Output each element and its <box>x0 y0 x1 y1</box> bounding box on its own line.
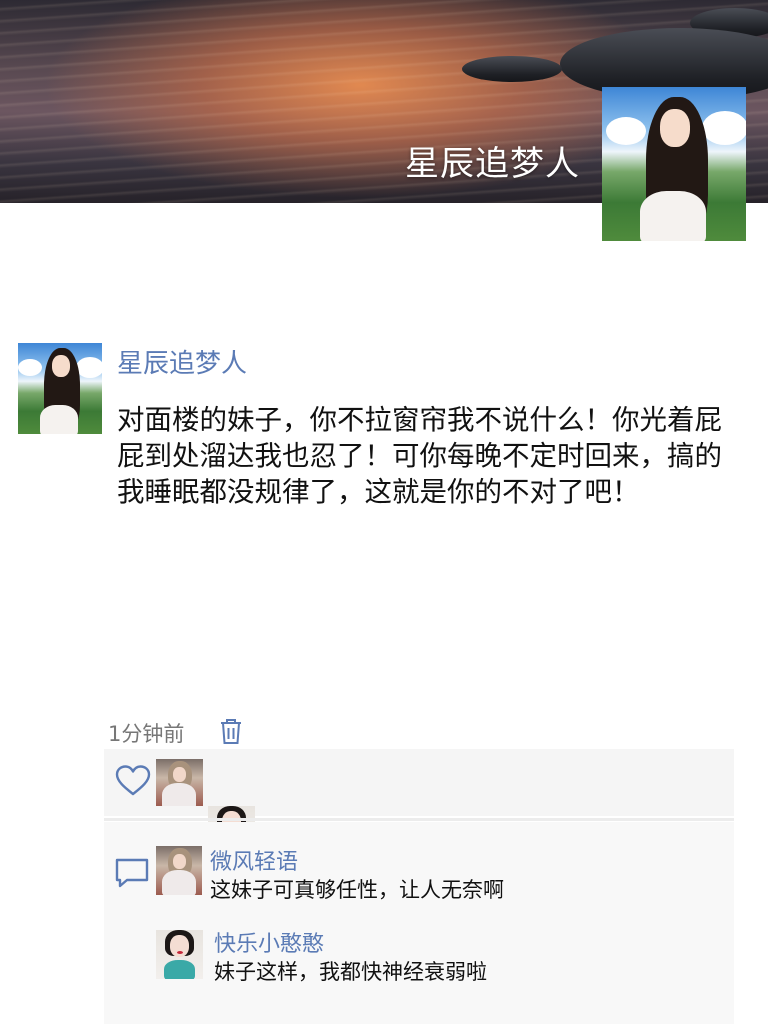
commenter-avatar[interactable] <box>156 930 203 979</box>
post-author-name[interactable]: 星辰追梦人 <box>117 343 247 380</box>
liker-avatar[interactable] <box>156 759 203 806</box>
profile-avatar[interactable] <box>602 87 746 241</box>
comment-text: 妹子这样，我都快神经衰弱啦 <box>214 960 487 984</box>
post-timestamp: 1分钟前 <box>108 722 185 746</box>
comments-panel: 微风轻语 这妹子可真够任性，让人无奈啊 快乐小憨憨 妹子这样，我都快神经衰弱啦 <box>104 822 734 1024</box>
heart-icon[interactable] <box>114 764 152 798</box>
commenter-avatar[interactable] <box>156 846 202 895</box>
commenter-name[interactable]: 微风轻语 <box>210 844 298 876</box>
comment-text: 这妹子可真够任性，让人无奈啊 <box>210 878 504 902</box>
cover-username: 星辰追梦人 <box>405 144 580 184</box>
commenter-name[interactable]: 快乐小憨憨 <box>214 926 324 958</box>
divider <box>104 818 734 821</box>
post-content: 对面楼的妹子，你不拉窗帘我不说什么！你光着屁屁到处溜达我也忍了！可你每晚不定时回… <box>117 404 722 508</box>
likes-bar <box>104 749 734 853</box>
trash-icon[interactable] <box>218 716 244 746</box>
post-author-avatar[interactable] <box>18 343 102 434</box>
comment-icon[interactable] <box>113 856 151 890</box>
